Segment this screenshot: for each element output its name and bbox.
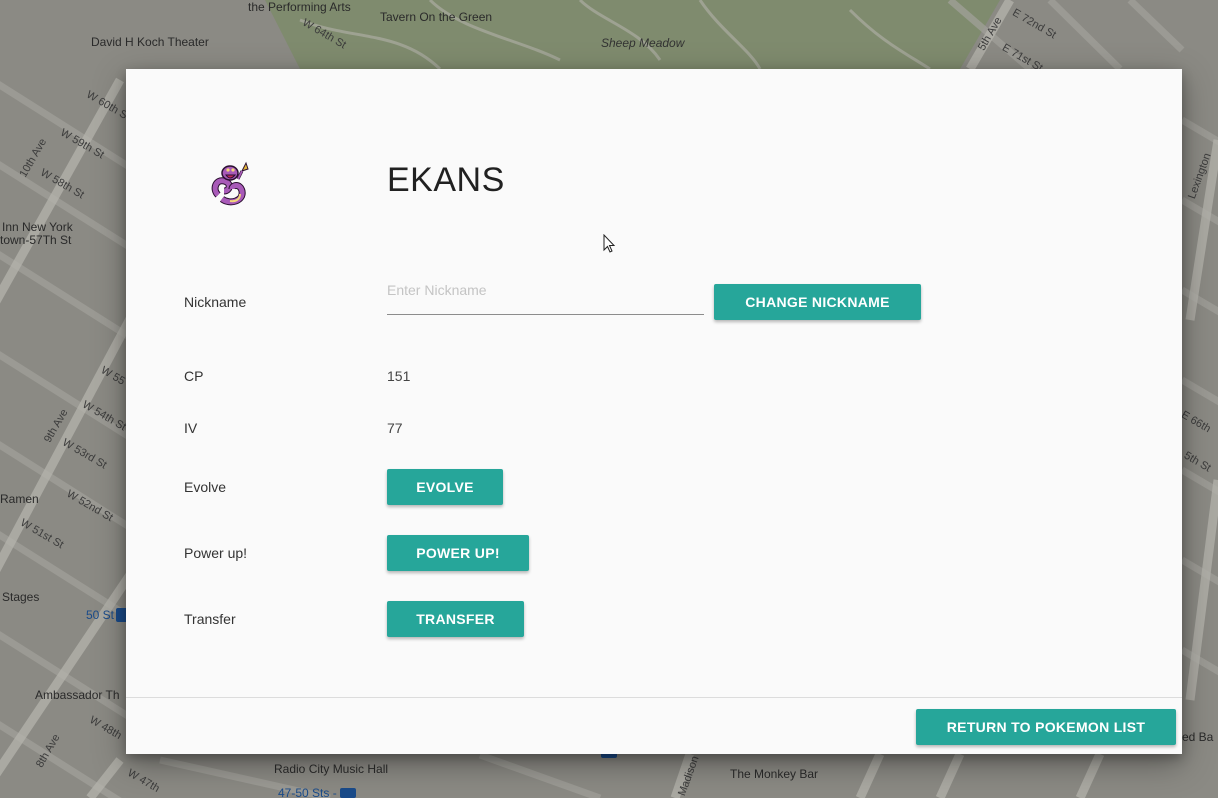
- iv-value: 77: [387, 420, 403, 436]
- map-label-radio-city: Radio City Music Hall: [274, 762, 389, 776]
- transfer-label: Transfer: [184, 611, 236, 627]
- map-label-sheep-meadow: Sheep Meadow: [601, 36, 685, 50]
- map-label-50-st: 50 St: [86, 608, 115, 622]
- map-label-monkey-bar: The Monkey Bar: [730, 767, 819, 781]
- power-up-button[interactable]: POWER UP!: [387, 535, 529, 571]
- map-label-ambassador: Ambassador Th: [35, 688, 120, 702]
- footer-divider: [126, 697, 1182, 698]
- pokemon-detail-dialog: EKANS Nickname CHANGE NICKNAME CP 151 IV…: [126, 69, 1182, 754]
- nickname-label: Nickname: [184, 294, 247, 310]
- map-label-ed: ed Ba: [1182, 730, 1214, 744]
- pokemon-name-title: EKANS: [387, 161, 505, 199]
- evolve-button[interactable]: EVOLVE: [387, 469, 503, 505]
- return-to-pokemon-list-button[interactable]: RETURN TO POKEMON LIST: [916, 709, 1176, 745]
- mouse-cursor-icon: [603, 233, 617, 259]
- map-label-ramen: Ramen: [0, 492, 39, 506]
- evolve-label: Evolve: [184, 479, 227, 495]
- map-label-inn-new-york: Inn New York: [2, 220, 73, 234]
- map-label-koch-theater: David H Koch Theater: [91, 35, 209, 49]
- cp-value: 151: [387, 368, 411, 384]
- power-up-label: Power up!: [184, 545, 248, 561]
- iv-label: IV: [184, 420, 198, 436]
- map-label-tavern: Tavern On the Green: [380, 10, 493, 24]
- cp-label: CP: [184, 368, 204, 384]
- ekans-sprite-icon: [208, 159, 256, 207]
- change-nickname-button[interactable]: CHANGE NICKNAME: [714, 284, 921, 320]
- transfer-button[interactable]: TRANSFER: [387, 601, 524, 637]
- map-label-4750-sts: 47-50 Sts -: [278, 786, 337, 798]
- nickname-input[interactable]: [387, 277, 704, 315]
- map-label-performing-arts: the Performing Arts: [248, 0, 351, 14]
- map-label-inn-new-york-2: town-57Th St: [0, 233, 72, 247]
- map-label-stages: Stages: [2, 590, 40, 604]
